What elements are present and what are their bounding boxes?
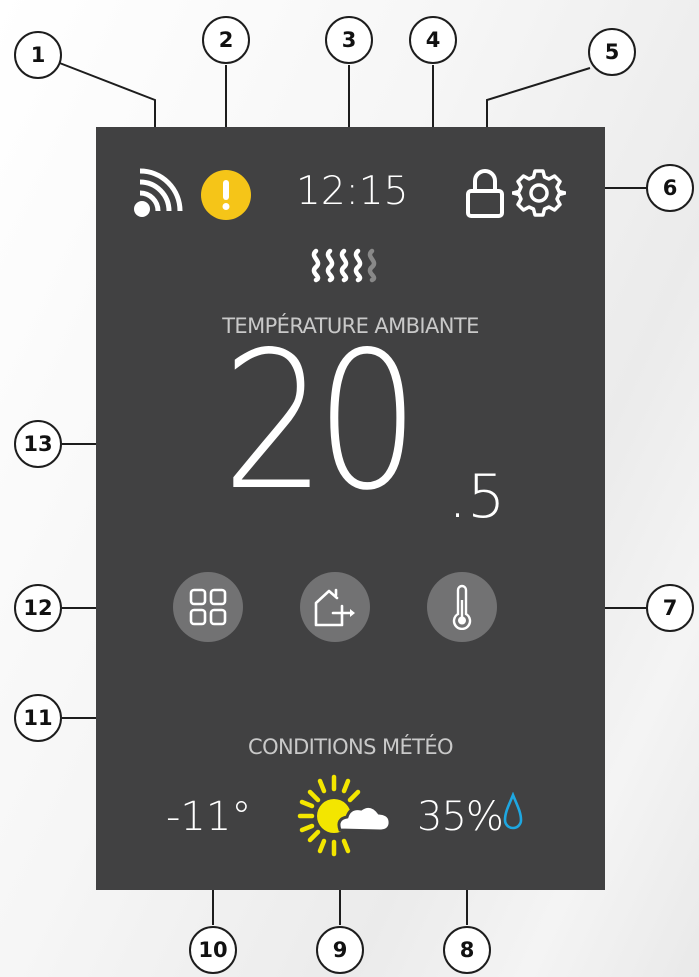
callout-5: 5 <box>588 28 636 76</box>
callout-7: 7 <box>646 584 694 632</box>
gear-icon[interactable] <box>512 166 566 220</box>
house-exit-icon <box>314 588 355 627</box>
humidity-value: 35% <box>417 794 504 840</box>
wifi-signal-icon[interactable] <box>132 167 184 219</box>
exclamation-alert-icon[interactable] <box>201 170 251 220</box>
callout-8: 8 <box>443 926 491 974</box>
callout-1: 1 <box>14 31 62 79</box>
weather-conditions-label: CONDITIONS MÉTÉO <box>248 735 454 759</box>
setpoint-button[interactable] <box>427 572 497 642</box>
menu-button[interactable] <box>173 572 243 642</box>
callout-9: 9 <box>316 926 364 974</box>
callout-10: 10 <box>189 926 237 974</box>
water-drop-icon <box>503 792 523 830</box>
grid-menu-icon <box>189 588 227 626</box>
ambient-temperature-value: 20 <box>222 311 420 532</box>
away-mode-button[interactable] <box>300 572 370 642</box>
thermostat-screen: 12:15 TEMPÉRATURE AMBIANTE 20 .5 CONDITI… <box>96 127 605 890</box>
exclamation-mark-icon <box>222 180 230 210</box>
ambient-temperature-decimal: .5 <box>448 462 506 532</box>
callout-13: 13 <box>14 420 62 468</box>
callout-12: 12 <box>14 584 62 632</box>
callout-2: 2 <box>202 16 250 64</box>
padlock-icon[interactable] <box>465 167 505 219</box>
heat-waves-icon <box>311 248 377 283</box>
callout-6: 6 <box>646 164 694 212</box>
callout-3: 3 <box>325 16 373 64</box>
clock-time: 12:15 <box>296 169 409 214</box>
outdoor-temperature: -11° <box>166 794 252 840</box>
thermometer-icon <box>452 584 472 630</box>
sun-cloud-icon <box>297 774 392 857</box>
callout-11: 11 <box>14 694 62 742</box>
callout-4: 4 <box>409 16 457 64</box>
